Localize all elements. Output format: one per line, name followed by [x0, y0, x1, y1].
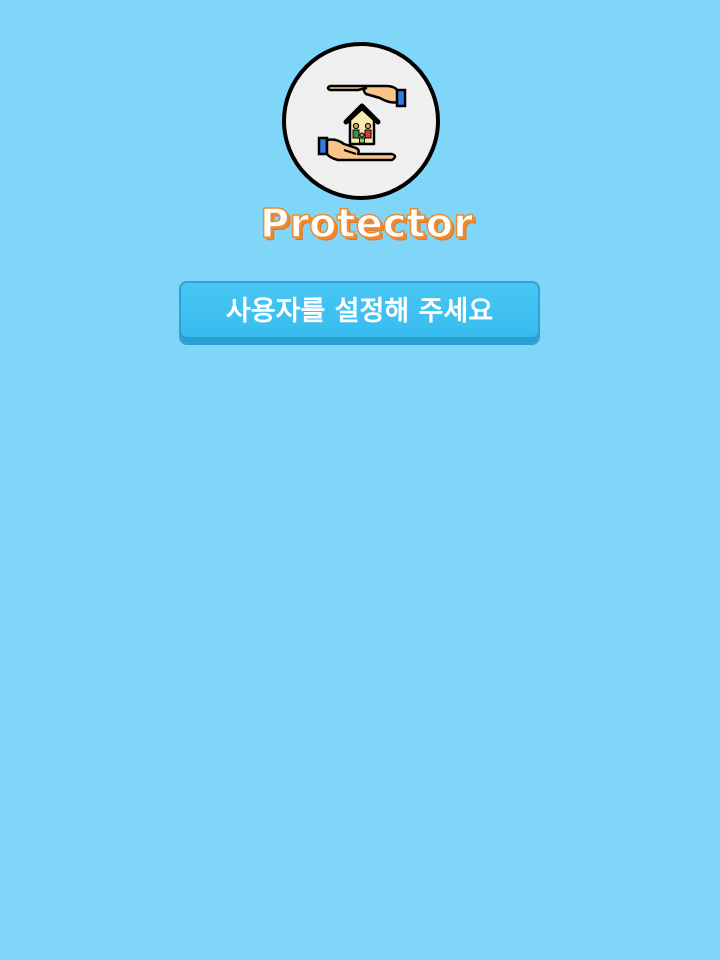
main-screen: Protector 사용자를 설정해 주세요: [0, 0, 720, 960]
setup-user-button[interactable]: 사용자를 설정해 주세요: [179, 281, 540, 344]
hands-protecting-house-icon: [317, 84, 407, 162]
setup-user-button-label: 사용자를 설정해 주세요: [225, 296, 494, 327]
app-logo: [282, 42, 440, 200]
app-title: Protector: [259, 200, 473, 248]
